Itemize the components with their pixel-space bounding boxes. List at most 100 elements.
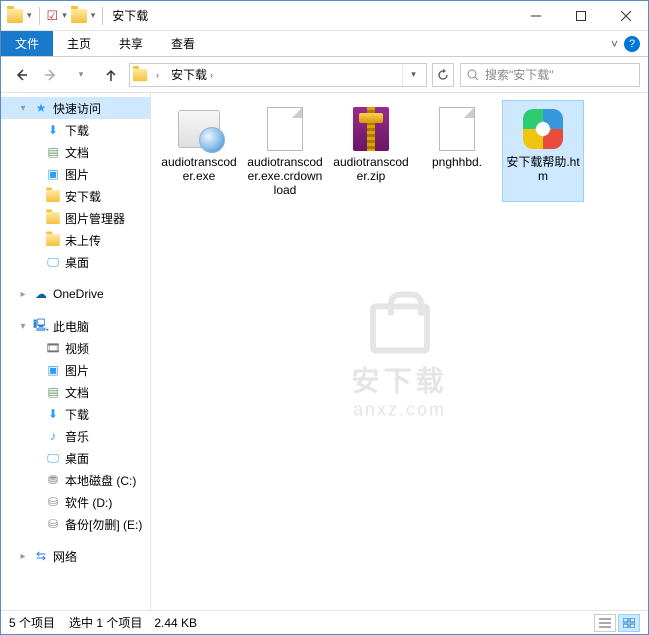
sidebar-label: 视频: [65, 340, 89, 357]
folder-icon: [46, 234, 60, 246]
qat-dropdown-icon[interactable]: ▾: [62, 10, 67, 21]
watermark-text: 安下载: [351, 359, 447, 399]
back-button[interactable]: [9, 63, 33, 87]
folder-icon: [7, 9, 23, 23]
pinwheel-icon: [521, 107, 565, 151]
sidebar-item-pictures[interactable]: ▣图片: [1, 163, 150, 185]
sidebar-item-desktop[interactable]: 🖵桌面: [1, 251, 150, 273]
picture-icon: ▣: [45, 362, 61, 378]
forward-button[interactable]: [39, 63, 63, 87]
maximize-button[interactable]: [558, 1, 603, 30]
sidebar-network[interactable]: ▸ ⇆网络: [1, 545, 150, 567]
file-item[interactable]: 安下载帮助.htm: [503, 101, 583, 201]
address-bar[interactable]: › 安下载 › ▾: [129, 63, 427, 87]
tab-share[interactable]: 共享: [105, 31, 157, 56]
minimize-button[interactable]: [513, 1, 558, 30]
expand-icon[interactable]: ▸: [17, 289, 29, 300]
view-switcher: [594, 614, 640, 632]
status-selection: 选中 1 个项目 2.44 KB: [69, 614, 197, 631]
up-arrow-icon: [104, 68, 118, 82]
chevron-right-icon: ›: [210, 70, 213, 80]
sidebar-item-videos[interactable]: 🎞视频: [1, 337, 150, 359]
sidebar-label: 本地磁盘 (C:): [65, 472, 136, 489]
sidebar-item-drive-d[interactable]: ⛁软件 (D:): [1, 491, 150, 513]
address-dropdown[interactable]: ▾: [402, 64, 424, 86]
expand-icon[interactable]: ▾: [17, 321, 29, 332]
up-button[interactable]: [99, 63, 123, 87]
file-icon: [439, 107, 475, 151]
expand-icon[interactable]: ▸: [17, 551, 29, 562]
sidebar-item-desktop[interactable]: 🖵桌面: [1, 447, 150, 469]
chevron-down-icon: ▾: [79, 69, 84, 80]
file-item[interactable]: audiotranscoder.zip: [331, 101, 411, 201]
archive-icon: [353, 107, 389, 151]
close-icon: [621, 11, 631, 21]
file-name: audiotranscoder.zip: [333, 155, 409, 183]
window-controls: [513, 1, 648, 30]
tab-view[interactable]: 查看: [157, 31, 209, 56]
watermark: 安下载 anxz.com: [351, 303, 447, 420]
collapse-ribbon-icon[interactable]: ˅: [611, 37, 618, 51]
sidebar-item-anxz[interactable]: 安下载: [1, 185, 150, 207]
tab-home[interactable]: 主页: [53, 31, 105, 56]
qat-dropdown-icon[interactable]: ▾: [27, 10, 32, 21]
network-icon: ⇆: [33, 548, 49, 564]
sidebar-label: 下载: [65, 122, 89, 139]
video-icon: 🎞: [45, 340, 61, 356]
check-icon[interactable]: ☑: [47, 8, 59, 24]
sidebar-onedrive[interactable]: ▸☁OneDrive: [1, 283, 150, 305]
desktop-icon: 🖵: [45, 450, 61, 466]
download-icon: ⬇: [45, 122, 61, 138]
explorer-body: ▾★快速访问 ⬇下载 ▤文档 ▣图片 安下载 图片管理器 未上传 🖵桌面 ▸☁O…: [1, 93, 648, 610]
icons-view-button[interactable]: [618, 614, 640, 632]
help-icon[interactable]: ?: [624, 36, 640, 52]
download-icon: ⬇: [45, 406, 61, 422]
sidebar-item-picmgr[interactable]: 图片管理器: [1, 207, 150, 229]
sidebar-item-drive-c[interactable]: ⛃本地磁盘 (C:): [1, 469, 150, 491]
sidebar-item-downloads[interactable]: ⬇下载: [1, 403, 150, 425]
sidebar-label: 桌面: [65, 254, 89, 271]
sidebar-label: 备份[勿删] (E:): [65, 516, 142, 533]
sidebar-label: 图片管理器: [65, 210, 125, 227]
sidebar-quick-access[interactable]: ▾★快速访问: [1, 97, 150, 119]
navigation-pane[interactable]: ▾★快速访问 ⬇下载 ▤文档 ▣图片 安下载 图片管理器 未上传 🖵桌面 ▸☁O…: [1, 93, 151, 610]
sidebar-item-documents[interactable]: ▤文档: [1, 141, 150, 163]
sidebar-label: 网络: [53, 548, 77, 565]
tab-file[interactable]: 文件: [1, 31, 53, 56]
sidebar-label: 安下载: [65, 188, 101, 205]
title-bar: ▾ ☑ ▾ ▾ 安下载: [1, 1, 648, 31]
ribbon-right: ˅ ?: [611, 31, 648, 56]
star-icon: ★: [33, 100, 49, 116]
file-item[interactable]: audiotranscoder.exe: [159, 101, 239, 201]
sidebar-item-music[interactable]: ♪音乐: [1, 425, 150, 447]
file-icon: [267, 107, 303, 151]
file-item[interactable]: audiotranscoder.exe.crdownload: [245, 101, 325, 201]
search-input[interactable]: 搜索"安下载": [460, 63, 640, 87]
sidebar-item-documents[interactable]: ▤文档: [1, 381, 150, 403]
sidebar-label: 文档: [65, 144, 89, 161]
details-view-button[interactable]: [594, 614, 616, 632]
expand-icon[interactable]: ▾: [17, 103, 29, 114]
sidebar-this-pc[interactable]: ▾ 🖳此电脑: [1, 315, 150, 337]
search-placeholder: 搜索"安下载": [485, 66, 554, 83]
drive-icon: ⛁: [45, 494, 61, 510]
sidebar-item-downloads[interactable]: ⬇下载: [1, 119, 150, 141]
qat-overflow-icon[interactable]: ▾: [91, 10, 96, 21]
sidebar-item-pictures[interactable]: ▣图片: [1, 359, 150, 381]
file-item[interactable]: pnghhbd.: [417, 101, 497, 201]
recent-dropdown[interactable]: ▾: [69, 63, 93, 87]
maximize-icon: [576, 11, 586, 21]
breadcrumb-segment[interactable]: 安下载 ›: [167, 66, 217, 83]
refresh-button[interactable]: [432, 63, 454, 87]
breadcrumb-chevron[interactable]: ›: [152, 70, 163, 80]
sidebar-label: 未上传: [65, 232, 101, 249]
close-button[interactable]: [603, 1, 648, 30]
separator: [39, 7, 40, 25]
file-list[interactable]: 安下载 anxz.com audiotranscoder.exeaudiotra…: [151, 93, 648, 610]
sidebar-item-notuploaded[interactable]: 未上传: [1, 229, 150, 251]
sidebar-label: 下载: [65, 406, 89, 423]
pc-icon: 🖳: [33, 318, 49, 334]
sidebar-label: 此电脑: [53, 318, 89, 335]
status-bar: 5 个项目 选中 1 个项目 2.44 KB: [1, 610, 648, 634]
sidebar-item-drive-e[interactable]: ⛁备份[勿删] (E:): [1, 513, 150, 535]
